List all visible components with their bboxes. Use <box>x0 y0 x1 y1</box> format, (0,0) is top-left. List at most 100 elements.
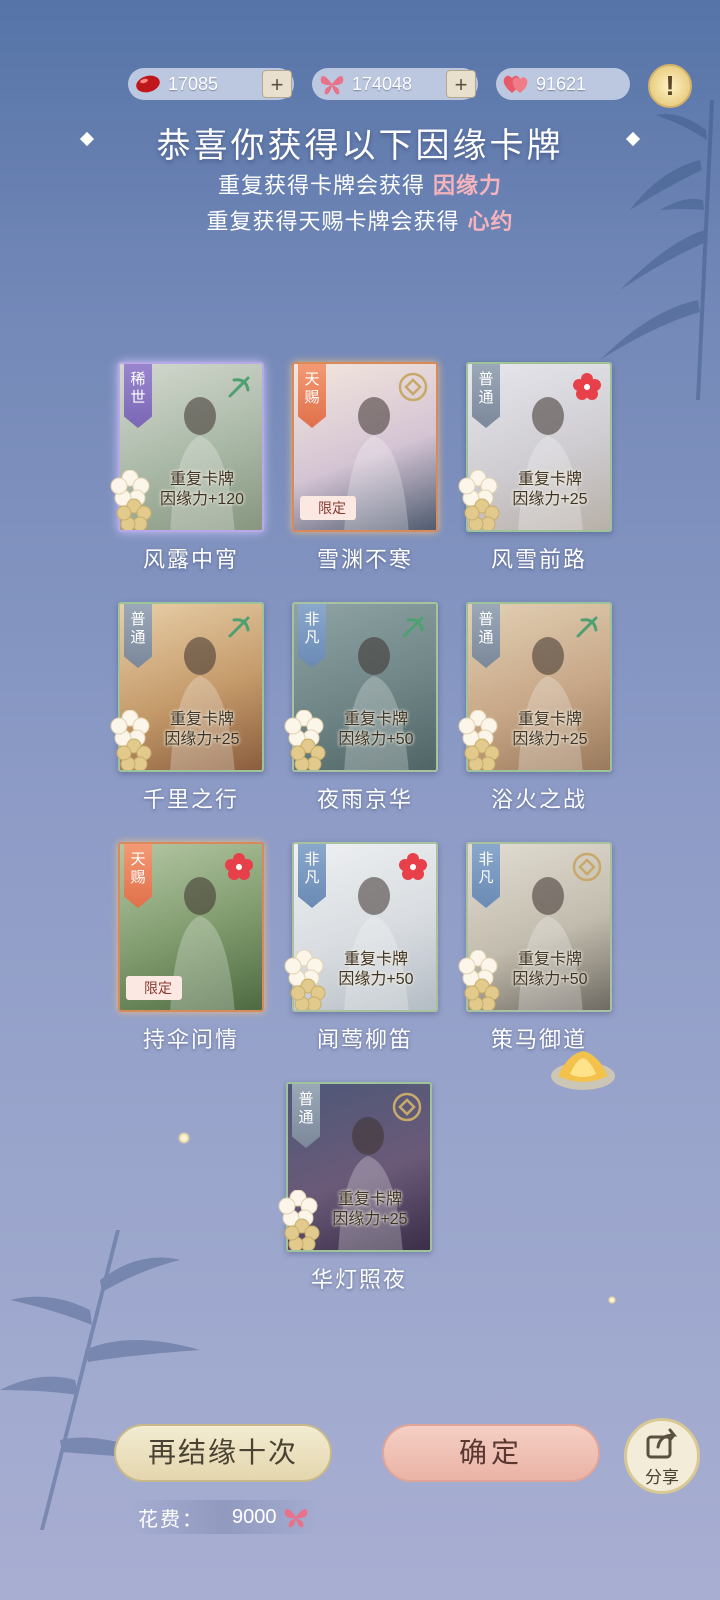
card-name: 雪渊不寒 <box>316 548 413 573</box>
info-alert-button[interactable]: ! <box>648 64 692 108</box>
card-item[interactable]: 非凡 重复卡牌 因缘力+50 策马御道 <box>458 842 612 1054</box>
card-name: 夜雨京华 <box>316 788 413 813</box>
share-icon <box>646 1428 678 1459</box>
share-button[interactable]: 分享 <box>624 1418 700 1494</box>
rank-tag: 普通 <box>472 604 500 668</box>
currency-heart: 91621 <box>496 68 630 100</box>
flower-emblem-icon <box>398 852 428 882</box>
coin-emblem-icon <box>572 852 602 882</box>
rank-tag: 天赐 <box>124 844 152 908</box>
red-bean-icon <box>134 70 162 98</box>
card-item[interactable]: 非凡重复卡牌因缘力+50 夜雨京华 <box>284 602 438 814</box>
card-name: 浴火之战 <box>490 788 587 813</box>
duplicate-reward: 重复卡牌因缘力+25 <box>312 1190 428 1230</box>
duplicate-reward: 重复卡牌因缘力+50 <box>492 950 608 990</box>
heart-icon <box>502 70 530 98</box>
rank-tag: 非凡 <box>298 604 326 668</box>
rank-tag: 非凡 <box>298 844 326 908</box>
card-item[interactable]: 非凡重复卡牌因缘力+50 闻莺柳笛 <box>284 842 438 1054</box>
duplicate-reward-value: 因缘力+25 <box>512 731 588 748</box>
duplicate-label: 重复卡牌 <box>169 471 234 488</box>
highlight-yinyuanli: 因缘力 <box>433 173 503 199</box>
duplicate-reward-value: 因缘力+25 <box>164 731 240 748</box>
duplicate-reward: 重复卡牌因缘力+25 <box>492 710 608 750</box>
card-face[interactable]: 天赐 限定 <box>118 842 264 1012</box>
currency-value: 17085 <box>168 73 219 94</box>
highlight-xinyue: 心约 <box>467 209 514 235</box>
bamboo-decoration-bottom <box>0 1230 200 1530</box>
card-face[interactable]: 天赐 限定 <box>292 362 438 532</box>
duplicate-label: 重复卡牌 <box>343 951 408 968</box>
limited-badge: 限定 <box>126 976 182 1000</box>
share-label: 分享 <box>645 1468 679 1488</box>
duplicate-reward: 重复卡牌因缘力+50 <box>318 710 434 750</box>
cost-label: 花费： <box>138 1506 204 1531</box>
flower-emblem-icon <box>224 852 254 882</box>
currency-value: 174048 <box>352 73 413 94</box>
blossom-icon <box>110 470 152 530</box>
card-name: 华灯照夜 <box>310 1268 407 1293</box>
card-name: 风露中宵 <box>142 548 239 573</box>
fan-emblem-icon <box>572 612 602 642</box>
duplicate-reward-value: 因缘力+50 <box>338 971 414 988</box>
butterfly-icon <box>318 70 346 98</box>
card-name: 策马御道 <box>490 1028 587 1053</box>
currency-value: 91621 <box>536 73 587 94</box>
confirm-button[interactable]: 确定 <box>382 1424 600 1482</box>
card-name: 闻莺柳笛 <box>316 1028 413 1053</box>
card-item[interactable]: 普通重复卡牌因缘力+25 千里之行 <box>110 602 264 814</box>
fan-emblem-icon <box>398 612 428 642</box>
flower-emblem-icon <box>572 372 602 402</box>
card-name: 持伞问情 <box>142 1028 239 1053</box>
fan-emblem-icon <box>224 372 254 402</box>
subtitle-line-1: 重复获得卡牌会获得 因缘力 <box>217 173 503 199</box>
fan-emblem-icon <box>224 612 254 642</box>
currency-butterfly: 174048 + <box>312 68 478 100</box>
blossom-icon <box>284 710 326 770</box>
duplicate-reward: 重复卡牌因缘力+25 <box>144 710 260 750</box>
rank-tag: 普通 <box>472 364 500 428</box>
rank-tag: 天赐 <box>298 364 326 428</box>
card-name: 千里之行 <box>142 788 239 813</box>
duplicate-label: 重复卡牌 <box>517 951 582 968</box>
card-item[interactable]: 天赐限定雪渊不寒 <box>292 362 438 574</box>
draw-cost: 花费： 9000 <box>130 1500 320 1534</box>
currency-red-bean: 17085 + <box>128 68 294 100</box>
duplicate-reward-value: 因缘力+25 <box>332 1211 408 1228</box>
card-name: 风雪前路 <box>490 548 587 573</box>
card-item[interactable]: 普通重复卡牌 因缘力+25 风雪前路 <box>458 362 612 574</box>
duplicate-label: 重复卡牌 <box>169 711 234 728</box>
coin-emblem-icon <box>398 372 428 402</box>
blossom-icon <box>278 1190 320 1250</box>
duplicate-reward: 重复卡牌因缘力+120 <box>144 470 260 510</box>
draw-again-button[interactable]: 再结缘十次 <box>114 1424 332 1482</box>
duplicate-reward-value: 因缘力+120 <box>159 491 245 508</box>
coin-emblem-icon <box>392 1092 422 1122</box>
blossom-icon <box>110 710 152 770</box>
sparkle-decoration <box>178 1132 190 1144</box>
rank-tag: 稀世 <box>124 364 152 428</box>
blossom-icon <box>458 710 500 770</box>
rank-tag: 普通 <box>124 604 152 668</box>
rank-tag: 普通 <box>292 1084 320 1148</box>
add-currency-button[interactable]: + <box>262 70 292 98</box>
card-item[interactable]: 普通重复卡牌因缘力+25 华灯照夜 <box>278 1082 432 1294</box>
card-item[interactable]: 天赐限定持伞问情 <box>118 842 264 1054</box>
duplicate-label: 重复卡牌 <box>337 1191 402 1208</box>
page-title: 恭喜你获得以下因缘卡牌 <box>156 126 564 166</box>
sparkle-decoration <box>608 1296 616 1304</box>
limited-badge: 限定 <box>300 496 356 520</box>
duplicate-reward: 重复卡牌因缘力+50 <box>318 950 434 990</box>
add-currency-button[interactable]: + <box>446 70 476 98</box>
duplicate-reward-value: 因缘力+50 <box>512 971 588 988</box>
butterfly-icon <box>284 1509 307 1528</box>
blossom-icon <box>284 950 326 1010</box>
duplicate-label: 重复卡牌 <box>517 471 582 488</box>
duplicate-label: 重复卡牌 <box>517 711 582 728</box>
duplicate-reward-value: 因缘力+50 <box>338 731 414 748</box>
duplicate-reward: 重复卡牌 因缘力+25 <box>492 470 608 510</box>
duplicate-label: 重复卡牌 <box>343 711 408 728</box>
card-item[interactable]: 普通重复卡牌因缘力+25 浴火之战 <box>458 602 612 814</box>
card-item[interactable]: 稀世重复卡牌因缘力+120 风露中宵 <box>110 362 264 574</box>
blossom-icon <box>458 470 500 530</box>
